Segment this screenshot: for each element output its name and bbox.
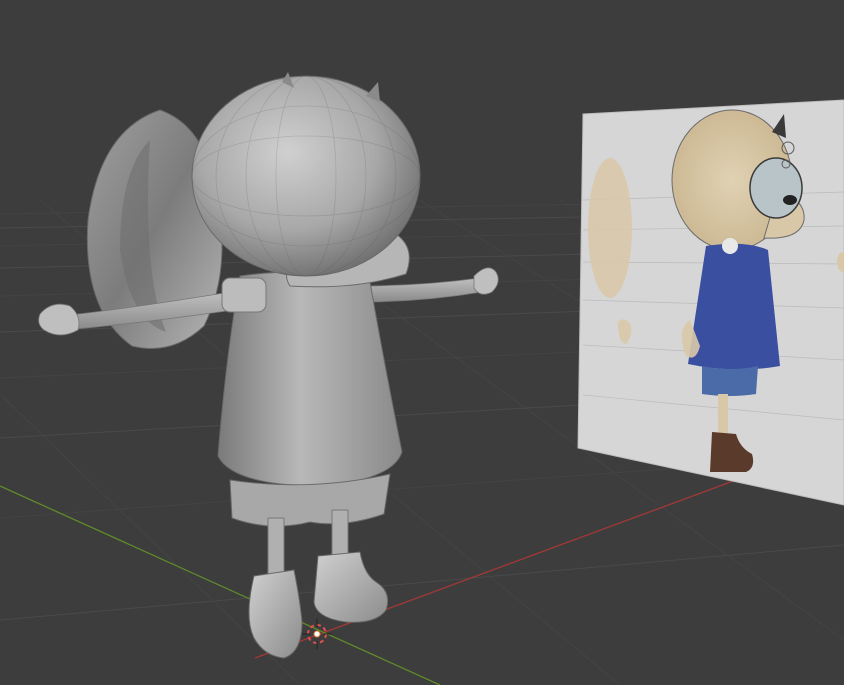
character-right-boot <box>313 551 389 623</box>
3d-cursor-icon[interactable] <box>302 619 332 649</box>
grid-line <box>0 544 844 621</box>
viewport-canvas[interactable] <box>0 0 844 685</box>
3d-viewport[interactable] <box>0 0 844 685</box>
character-left-hand <box>38 303 80 336</box>
character-right-leg <box>331 509 349 561</box>
character-left-boot <box>248 569 303 659</box>
reference-eye <box>749 157 803 219</box>
character-right-hand <box>473 267 499 295</box>
character-left-leg <box>267 517 285 581</box>
reference-shorts <box>702 366 758 396</box>
character-mesh[interactable] <box>38 72 499 659</box>
reference-ear-shape <box>588 158 632 298</box>
reference-image-plane[interactable] <box>577 99 844 506</box>
reference-pupil <box>783 195 797 205</box>
